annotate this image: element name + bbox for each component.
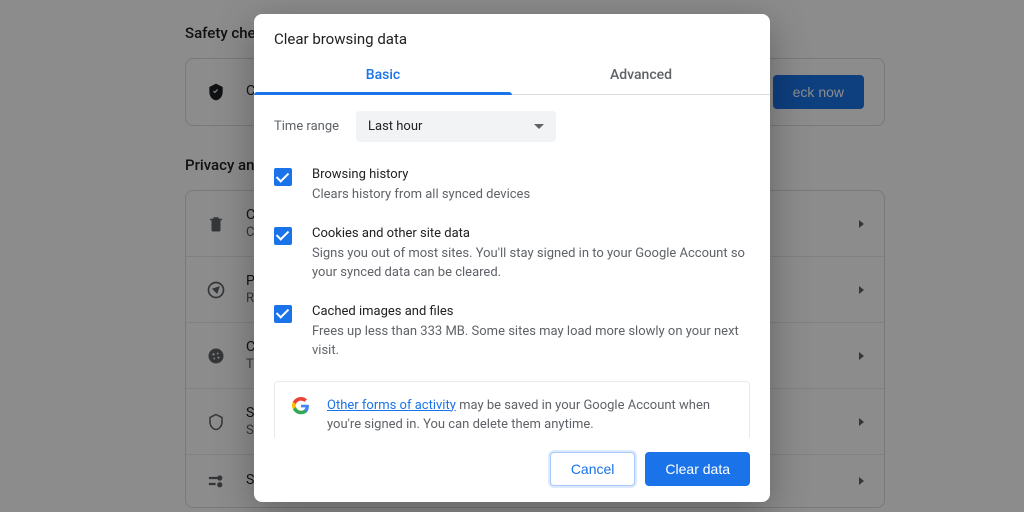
checkbox-cache[interactable]: [274, 305, 292, 323]
google-account-info: Other forms of activity may be saved in …: [274, 381, 750, 439]
time-range-label: Time range: [274, 119, 356, 134]
checkbox-cookies[interactable]: [274, 227, 292, 245]
dialog-title: Clear browsing data: [254, 14, 770, 60]
other-activity-link[interactable]: Other forms of activity: [327, 398, 456, 413]
option-cookies[interactable]: Cookies and other site data Signs you ou…: [274, 219, 750, 297]
cancel-button[interactable]: Cancel: [550, 452, 636, 486]
google-icon: [291, 396, 311, 416]
option-cache[interactable]: Cached images and files Frees up less th…: [274, 297, 750, 375]
dialog-body[interactable]: Time range Last hour Browsing history Cl…: [254, 95, 770, 438]
clear-data-button[interactable]: Clear data: [645, 452, 750, 486]
caret-down-icon: [534, 124, 544, 129]
google-account-text: Other forms of activity may be saved in …: [327, 396, 733, 435]
time-range-select[interactable]: Last hour: [356, 111, 556, 142]
dialog-footer: Cancel Clear data: [254, 438, 770, 502]
tab-basic[interactable]: Basic: [254, 60, 512, 94]
dialog-tabs: Basic Advanced: [254, 60, 770, 95]
time-range-value: Last hour: [368, 119, 422, 134]
checkbox-browsing-history[interactable]: [274, 168, 292, 186]
option-browsing-history[interactable]: Browsing history Clears history from all…: [274, 160, 750, 219]
tab-advanced[interactable]: Advanced: [512, 60, 770, 94]
clear-browsing-data-dialog: Clear browsing data Basic Advanced Time …: [254, 14, 770, 502]
